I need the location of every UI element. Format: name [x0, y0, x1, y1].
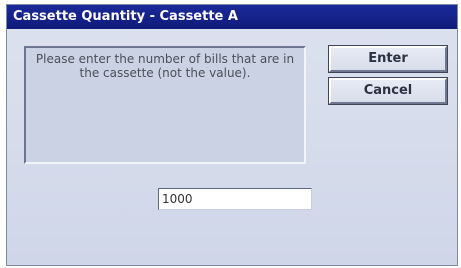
cancel-button[interactable]: Cancel	[328, 77, 448, 105]
enter-button[interactable]: Enter	[328, 45, 448, 73]
dialog-window: Cassette Quantity - Cassette A Please en…	[6, 4, 458, 266]
window-title: Cassette Quantity - Cassette A	[7, 5, 457, 29]
instruction-text: Please enter the number of bills that ar…	[35, 52, 295, 80]
bill-count-input[interactable]	[158, 188, 312, 210]
message-panel: Please enter the number of bills that ar…	[24, 46, 306, 164]
